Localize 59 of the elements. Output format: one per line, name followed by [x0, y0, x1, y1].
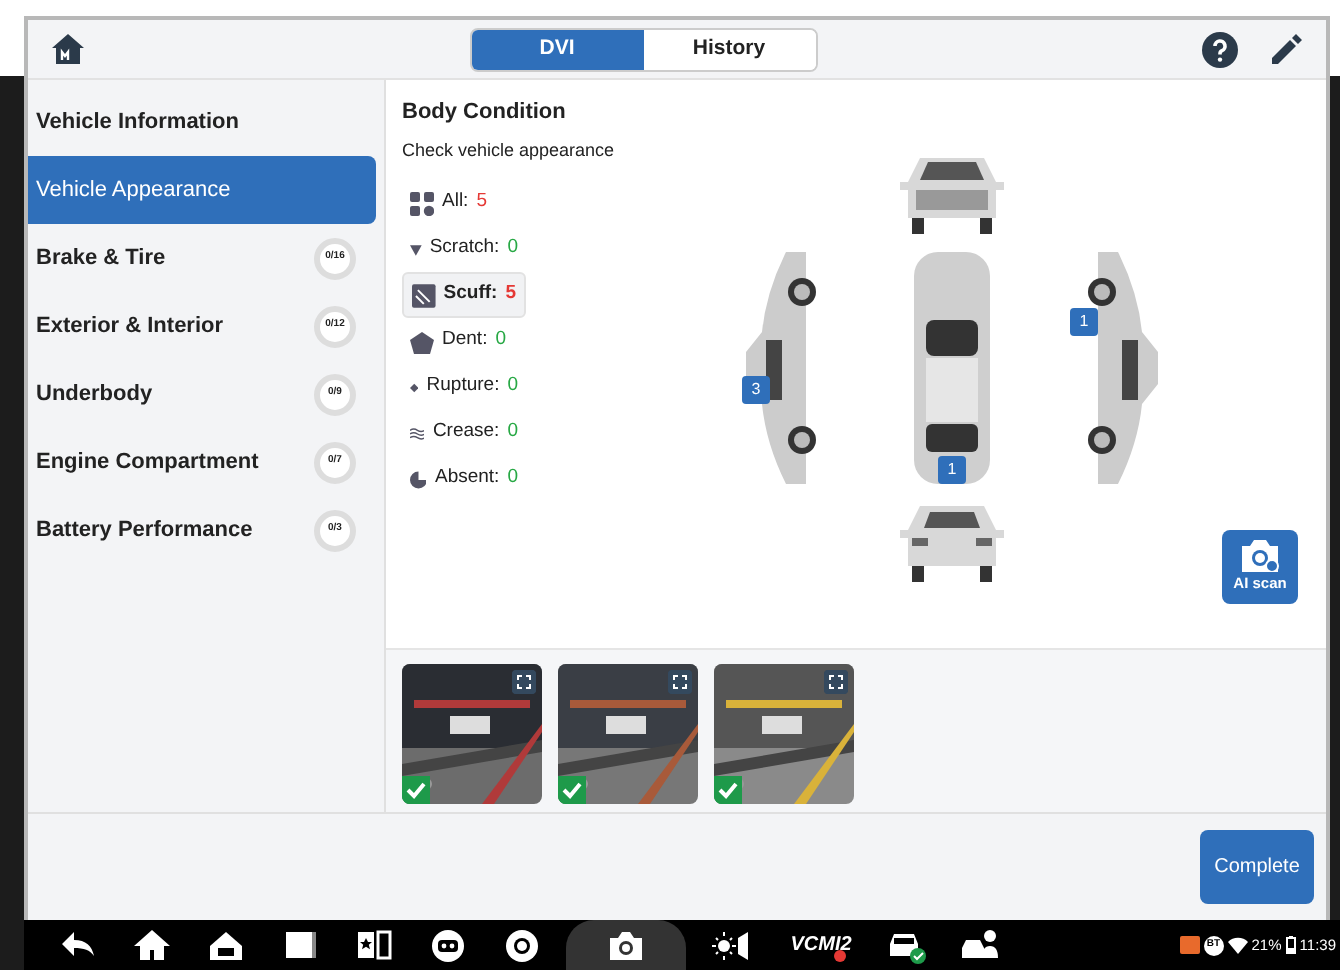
filter-count: 0: [507, 418, 518, 447]
filter-count: 5: [476, 188, 487, 217]
cast-icon: [1179, 936, 1200, 954]
error-icon: [833, 949, 846, 961]
filter-label: Absent:: [434, 464, 500, 493]
wifi-icon: [1227, 936, 1248, 954]
filter-item[interactable]: Scratch: 0: [402, 226, 526, 272]
filter-label: Scratch:: [429, 234, 500, 263]
section-title: Body Condition: [402, 98, 568, 128]
home-icon[interactable]: [132, 925, 172, 965]
sidebar-item[interactable]: Vehicle Information: [28, 88, 376, 156]
damage-marker[interactable]: 3: [742, 376, 771, 404]
expand-icon[interactable]: [512, 670, 536, 694]
expand-icon[interactable]: [668, 670, 692, 694]
damage-marker[interactable]: 1: [938, 456, 967, 484]
sidebar-item-label: Exterior & Interior: [36, 311, 224, 342]
sidebar-item-label: Vehicle Appearance: [36, 175, 231, 206]
sidebar-item-label: Brake & Tire: [36, 243, 166, 274]
scuff-icon: [412, 283, 436, 307]
filter-item[interactable]: Rupture: 0: [402, 364, 526, 410]
filter-label: Scuff:: [443, 280, 498, 309]
home-icon[interactable]: [52, 34, 84, 64]
sidebar-item-label: Engine Compartment: [36, 447, 259, 478]
section-subtitle: Check vehicle appearance: [402, 137, 615, 164]
filter-count: 5: [505, 280, 516, 309]
sidebar-item[interactable]: Vehicle Appearance: [28, 156, 376, 224]
absent-icon: [410, 467, 427, 491]
filter-label: All:: [442, 188, 469, 217]
all-icon: [410, 191, 434, 215]
filter-item[interactable]: Absent: 0: [402, 456, 526, 502]
sidebar-item-label: Underbody: [36, 379, 153, 410]
filter-count: 0: [495, 326, 507, 355]
complete-button[interactable]: Complete: [1200, 830, 1314, 904]
sidebar-item-label: Battery Performance: [36, 515, 253, 546]
dent-icon: [410, 329, 434, 353]
filter-label: Dent:: [442, 326, 488, 355]
filter-count: 0: [507, 464, 518, 493]
sidebar-item-label: Vehicle Information: [36, 107, 239, 138]
filter-item[interactable]: Scuff: 5: [402, 272, 526, 318]
filter-label: Rupture:: [426, 372, 500, 401]
vci-label[interactable]: VCMI2: [790, 930, 852, 960]
filter-count: 0: [507, 234, 518, 263]
browser-icon[interactable]: [502, 925, 542, 965]
filter-item[interactable]: All: 5: [402, 180, 526, 226]
panel-icon[interactable]: [354, 925, 394, 965]
filter-item[interactable]: Dent: 0: [402, 318, 526, 364]
help-icon[interactable]: [1202, 31, 1238, 67]
filter-item[interactable]: Crease: 0: [402, 410, 526, 456]
tab[interactable]: DVI: [471, 29, 643, 69]
filter-count: 0: [507, 372, 518, 401]
car-front-drawing: [896, 154, 1009, 234]
robot-icon[interactable]: [428, 925, 468, 965]
car-rear-drawing: [896, 502, 1009, 582]
camera-icon: [1240, 539, 1280, 572]
battery-icon: [1285, 936, 1296, 954]
damage-marker[interactable]: 1: [1070, 308, 1099, 336]
expand-icon[interactable]: [824, 670, 848, 694]
filter-label: Crease:: [432, 418, 500, 447]
edit-icon[interactable]: [1270, 33, 1302, 65]
